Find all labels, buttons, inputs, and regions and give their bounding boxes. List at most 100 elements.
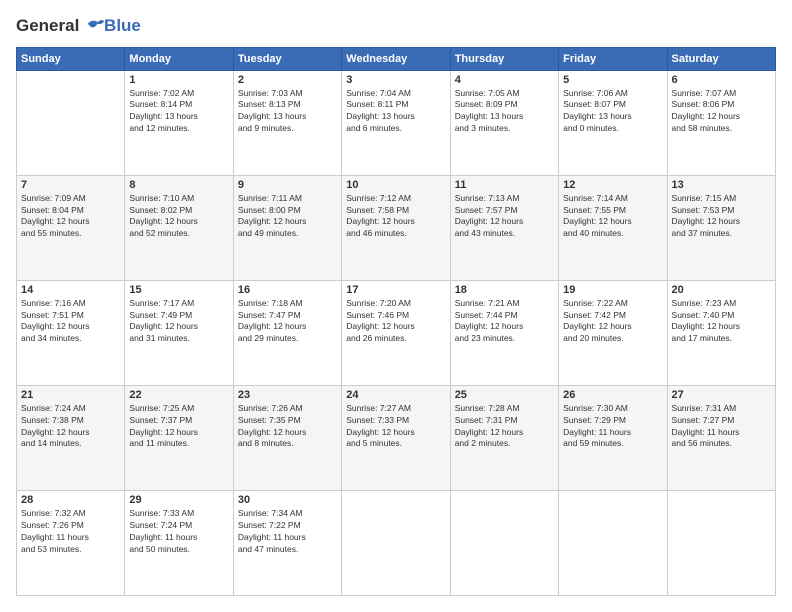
day-number: 29 xyxy=(129,494,228,506)
day-info: Sunrise: 7:20 AM Sunset: 7:46 PM Dayligh… xyxy=(346,298,445,346)
calendar-week-row: 7 Sunrise: 7:09 AM Sunset: 8:04 PM Daylig… xyxy=(17,175,776,280)
calendar-cell xyxy=(450,490,558,595)
calendar-cell: 2 Sunrise: 7:03 AM Sunset: 8:13 PM Daylig… xyxy=(233,70,341,175)
calendar-cell: 21 Sunrise: 7:24 AM Sunset: 7:38 PM Dayli… xyxy=(17,385,125,490)
day-info: Sunrise: 7:31 AM Sunset: 7:27 PM Dayligh… xyxy=(672,403,771,451)
calendar-cell: 28 Sunrise: 7:32 AM Sunset: 7:26 PM Dayli… xyxy=(17,490,125,595)
calendar-cell: 3Sunrise: 7:04 AM Sunset: 8:11 PM Daylig… xyxy=(342,70,450,175)
calendar-cell: 6 Sunrise: 7:07 AM Sunset: 8:06 PM Daylig… xyxy=(667,70,775,175)
day-info: Sunrise: 7:21 AM Sunset: 7:44 PM Dayligh… xyxy=(455,298,554,346)
day-info: Sunrise: 7:25 AM Sunset: 7:37 PM Dayligh… xyxy=(129,403,228,451)
calendar-week-row: 28 Sunrise: 7:32 AM Sunset: 7:26 PM Dayli… xyxy=(17,490,776,595)
weekday-header-saturday: Saturday xyxy=(667,47,775,70)
calendar-cell: 25 Sunrise: 7:28 AM Sunset: 7:31 PM Dayli… xyxy=(450,385,558,490)
calendar-cell: 13Sunrise: 7:15 AM Sunset: 7:53 PM Dayli… xyxy=(667,175,775,280)
calendar-cell: 5 Sunrise: 7:06 AM Sunset: 8:07 PM Daylig… xyxy=(559,70,667,175)
calendar-cell: 1 Sunrise: 7:02 AM Sunset: 8:14 PM Daylig… xyxy=(125,70,233,175)
calendar-table: SundayMondayTuesdayWednesdayThursdayFrid… xyxy=(16,47,776,596)
weekday-header-friday: Friday xyxy=(559,47,667,70)
header: General Blue xyxy=(16,16,776,37)
calendar-cell xyxy=(342,490,450,595)
day-number: 28 xyxy=(21,494,120,506)
day-info: Sunrise: 7:02 AM Sunset: 8:14 PM Dayligh… xyxy=(129,88,228,136)
day-number: 2 xyxy=(238,74,337,86)
day-info: Sunrise: 7:33 AM Sunset: 7:24 PM Dayligh… xyxy=(129,508,228,556)
calendar-cell: 11 Sunrise: 7:13 AM Sunset: 7:57 PM Dayli… xyxy=(450,175,558,280)
page: General Blue SundayMondayTuesdayWednesda… xyxy=(0,0,792,612)
day-info: Sunrise: 7:11 AM Sunset: 8:00 PM Dayligh… xyxy=(238,193,337,241)
day-number: 10 xyxy=(346,179,445,191)
day-info: Sunrise: 7:13 AM Sunset: 7:57 PM Dayligh… xyxy=(455,193,554,241)
calendar-week-row: 21 Sunrise: 7:24 AM Sunset: 7:38 PM Dayli… xyxy=(17,385,776,490)
calendar-cell: 23Sunrise: 7:26 AM Sunset: 7:35 PM Dayli… xyxy=(233,385,341,490)
day-info: Sunrise: 7:30 AM Sunset: 7:29 PM Dayligh… xyxy=(563,403,662,451)
day-number: 6 xyxy=(672,74,771,86)
day-info: Sunrise: 7:06 AM Sunset: 8:07 PM Dayligh… xyxy=(563,88,662,136)
day-info: Sunrise: 7:03 AM Sunset: 8:13 PM Dayligh… xyxy=(238,88,337,136)
calendar-cell: 20 Sunrise: 7:23 AM Sunset: 7:40 PM Dayli… xyxy=(667,280,775,385)
day-number: 19 xyxy=(563,284,662,296)
calendar-cell xyxy=(559,490,667,595)
day-info: Sunrise: 7:07 AM Sunset: 8:06 PM Dayligh… xyxy=(672,88,771,136)
day-info: Sunrise: 7:24 AM Sunset: 7:38 PM Dayligh… xyxy=(21,403,120,451)
calendar-cell xyxy=(667,490,775,595)
weekday-header-sunday: Sunday xyxy=(17,47,125,70)
day-number: 15 xyxy=(129,284,228,296)
weekday-header-wednesday: Wednesday xyxy=(342,47,450,70)
day-number: 11 xyxy=(455,179,554,191)
calendar-cell: 26 Sunrise: 7:30 AM Sunset: 7:29 PM Dayli… xyxy=(559,385,667,490)
day-info: Sunrise: 7:32 AM Sunset: 7:26 PM Dayligh… xyxy=(21,508,120,556)
calendar-cell: 9 Sunrise: 7:11 AM Sunset: 8:00 PM Daylig… xyxy=(233,175,341,280)
calendar-cell: 8 Sunrise: 7:10 AM Sunset: 8:02 PM Daylig… xyxy=(125,175,233,280)
logo: General Blue xyxy=(16,16,141,37)
day-number: 22 xyxy=(129,389,228,401)
day-number: 7 xyxy=(21,179,120,191)
day-number: 17 xyxy=(346,284,445,296)
day-number: 25 xyxy=(455,389,554,401)
day-number: 1 xyxy=(129,74,228,86)
day-number: 27 xyxy=(672,389,771,401)
day-info: Sunrise: 7:18 AM Sunset: 7:47 PM Dayligh… xyxy=(238,298,337,346)
day-info: Sunrise: 7:09 AM Sunset: 8:04 PM Dayligh… xyxy=(21,193,120,241)
calendar-cell: 7 Sunrise: 7:09 AM Sunset: 8:04 PM Daylig… xyxy=(17,175,125,280)
day-info: Sunrise: 7:10 AM Sunset: 8:02 PM Dayligh… xyxy=(129,193,228,241)
day-number: 3 xyxy=(346,74,445,86)
day-number: 30 xyxy=(238,494,337,506)
weekday-header-monday: Monday xyxy=(125,47,233,70)
calendar-cell: 29 Sunrise: 7:33 AM Sunset: 7:24 PM Dayli… xyxy=(125,490,233,595)
day-info: Sunrise: 7:26 AM Sunset: 7:35 PM Dayligh… xyxy=(238,403,337,451)
day-number: 13 xyxy=(672,179,771,191)
calendar-cell: 19Sunrise: 7:22 AM Sunset: 7:42 PM Dayli… xyxy=(559,280,667,385)
day-info: Sunrise: 7:16 AM Sunset: 7:51 PM Dayligh… xyxy=(21,298,120,346)
day-number: 24 xyxy=(346,389,445,401)
day-info: Sunrise: 7:14 AM Sunset: 7:55 PM Dayligh… xyxy=(563,193,662,241)
day-number: 5 xyxy=(563,74,662,86)
calendar-cell: 4Sunrise: 7:05 AM Sunset: 8:09 PM Daylig… xyxy=(450,70,558,175)
calendar-cell: 30Sunrise: 7:34 AM Sunset: 7:22 PM Dayli… xyxy=(233,490,341,595)
day-number: 18 xyxy=(455,284,554,296)
day-number: 26 xyxy=(563,389,662,401)
day-info: Sunrise: 7:27 AM Sunset: 7:33 PM Dayligh… xyxy=(346,403,445,451)
calendar-week-row: 14Sunrise: 7:16 AM Sunset: 7:51 PM Dayli… xyxy=(17,280,776,385)
day-number: 4 xyxy=(455,74,554,86)
logo-general: General xyxy=(16,16,79,35)
day-number: 20 xyxy=(672,284,771,296)
day-info: Sunrise: 7:28 AM Sunset: 7:31 PM Dayligh… xyxy=(455,403,554,451)
calendar-cell: 16Sunrise: 7:18 AM Sunset: 7:47 PM Dayli… xyxy=(233,280,341,385)
day-info: Sunrise: 7:17 AM Sunset: 7:49 PM Dayligh… xyxy=(129,298,228,346)
day-number: 9 xyxy=(238,179,337,191)
calendar-cell: 14Sunrise: 7:16 AM Sunset: 7:51 PM Dayli… xyxy=(17,280,125,385)
weekday-header-thursday: Thursday xyxy=(450,47,558,70)
day-number: 12 xyxy=(563,179,662,191)
calendar-cell: 10Sunrise: 7:12 AM Sunset: 7:58 PM Dayli… xyxy=(342,175,450,280)
day-number: 8 xyxy=(129,179,228,191)
calendar-cell: 15 Sunrise: 7:17 AM Sunset: 7:49 PM Dayli… xyxy=(125,280,233,385)
calendar-cell: 27 Sunrise: 7:31 AM Sunset: 7:27 PM Dayli… xyxy=(667,385,775,490)
calendar-cell: 18 Sunrise: 7:21 AM Sunset: 7:44 PM Dayli… xyxy=(450,280,558,385)
day-number: 21 xyxy=(21,389,120,401)
calendar-cell: 17 Sunrise: 7:20 AM Sunset: 7:46 PM Dayli… xyxy=(342,280,450,385)
calendar-week-row: 1 Sunrise: 7:02 AM Sunset: 8:14 PM Daylig… xyxy=(17,70,776,175)
calendar-cell: 24 Sunrise: 7:27 AM Sunset: 7:33 PM Dayli… xyxy=(342,385,450,490)
day-info: Sunrise: 7:23 AM Sunset: 7:40 PM Dayligh… xyxy=(672,298,771,346)
logo-bird-icon xyxy=(86,17,106,37)
